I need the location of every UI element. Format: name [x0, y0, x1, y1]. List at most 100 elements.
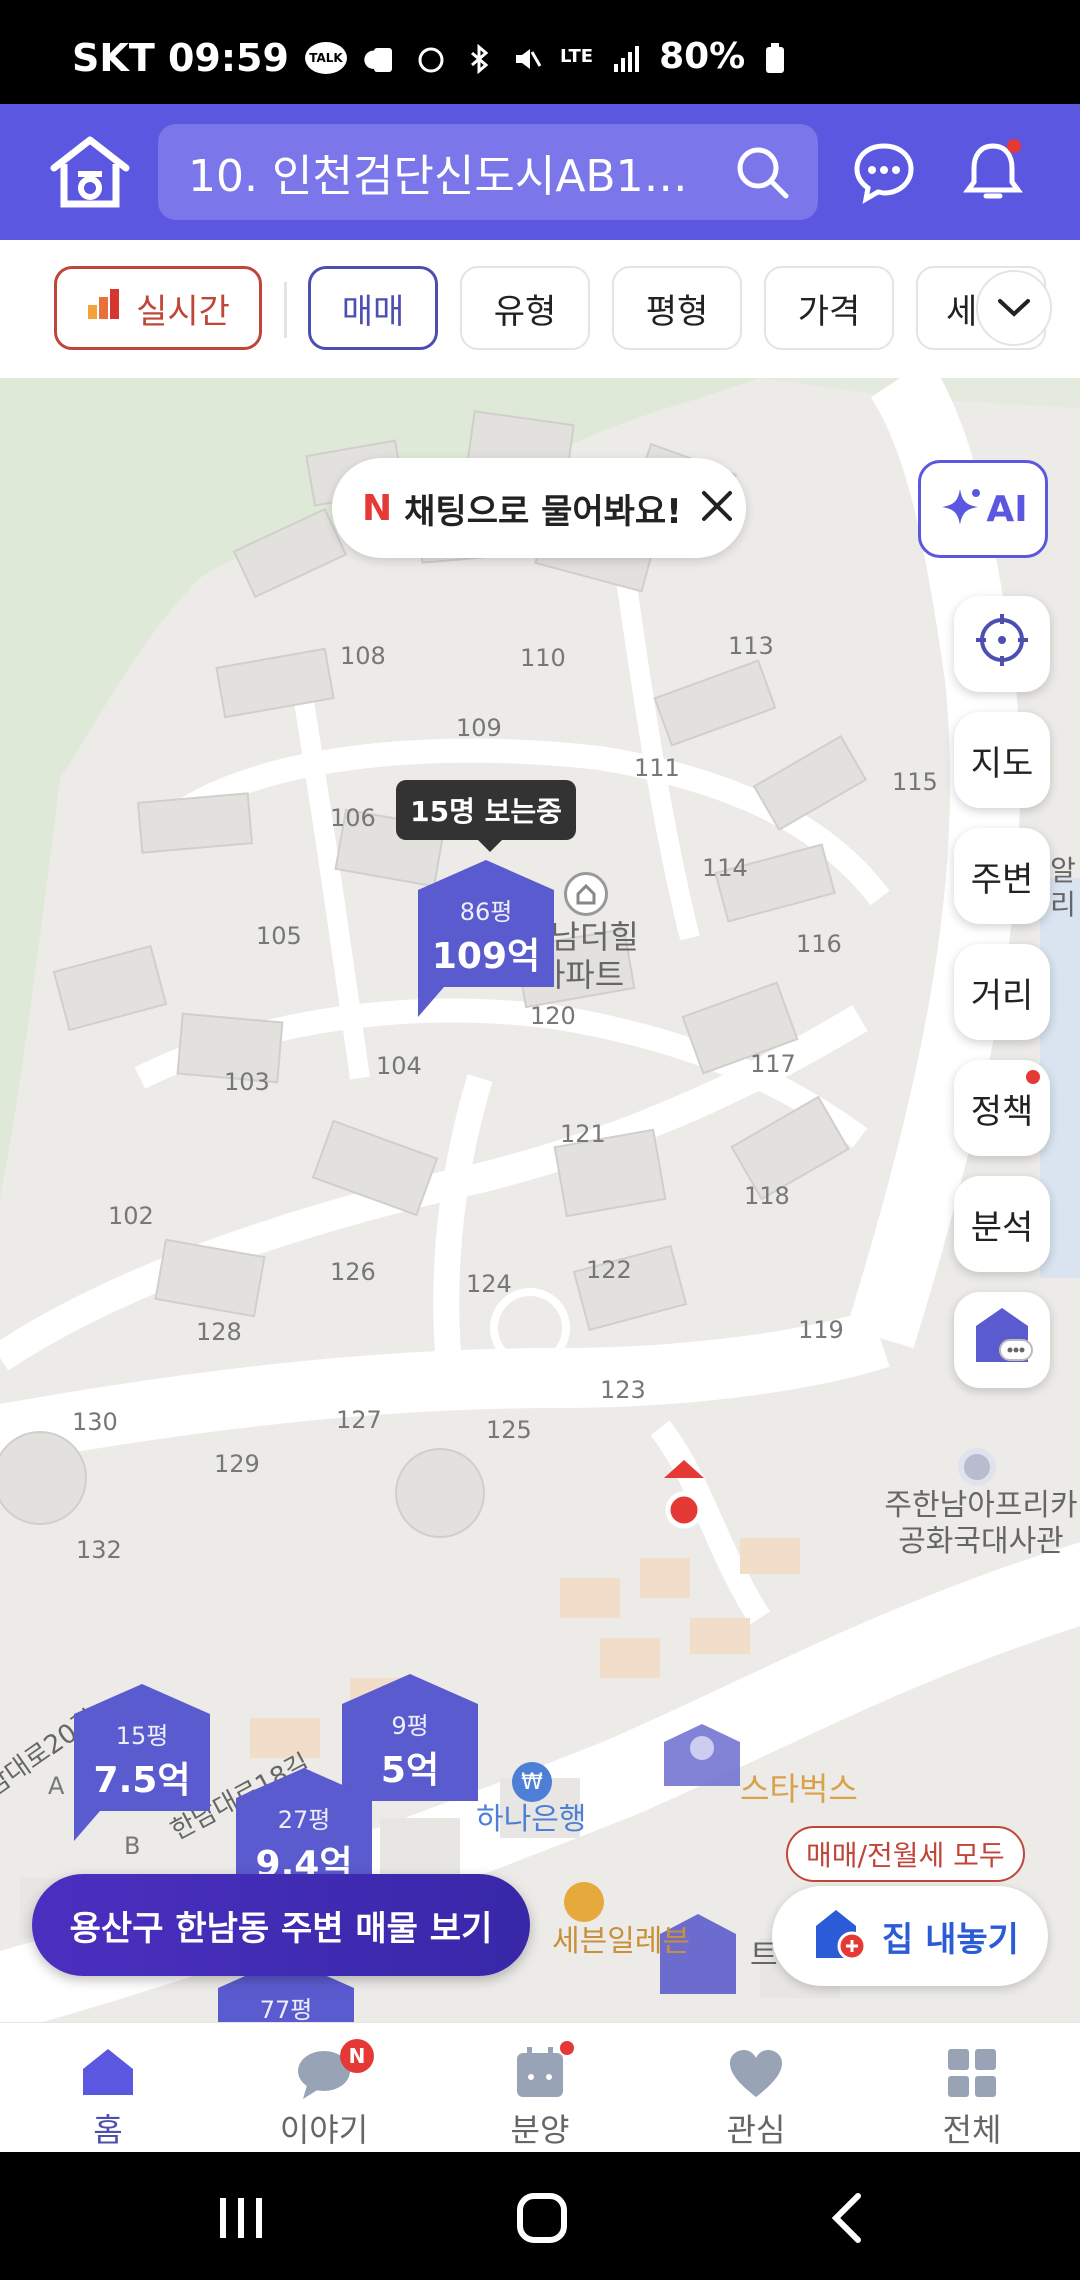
realtime-label: 실시간 — [136, 291, 230, 332]
chatbot-icon — [970, 1304, 1034, 1377]
building-number: 124 — [466, 1270, 512, 1298]
nearby-button[interactable]: 주변 — [954, 828, 1050, 924]
building-number: 119 — [798, 1316, 844, 1344]
store-icon — [564, 1882, 604, 1922]
building-number: 127 — [336, 1406, 382, 1434]
place-label: 알리 — [1050, 854, 1076, 921]
map-view[interactable]: 108 110 113 109 111 106 115 114 105 116 … — [0, 378, 1080, 2022]
apartment-icon — [564, 872, 608, 916]
building-number: 126 — [330, 1258, 376, 1286]
ai-label: AI — [986, 488, 1028, 530]
viewers-tooltip: 15명 보는중 — [396, 780, 576, 840]
heart-icon — [676, 2039, 836, 2099]
close-icon[interactable] — [700, 489, 734, 527]
chat-prompt-bubble[interactable]: N 채팅으로 물어봐요! — [332, 458, 746, 558]
nav-presale[interactable]: 분양 — [460, 2039, 620, 2151]
building-number: 104 — [376, 1052, 422, 1080]
ai-button[interactable]: AI — [918, 460, 1048, 558]
signal-icon — [611, 42, 641, 72]
building-number: 122 — [586, 1256, 632, 1284]
nav-favorites[interactable]: 관심 — [676, 2039, 836, 2151]
status-bar: SKT 09:59 TALK ● LTE 80% — [0, 0, 1080, 104]
bottom-nav: 홈 N 이야기 분양 관심 전체 — [0, 2022, 1080, 2152]
building-number: 128 — [196, 1318, 242, 1346]
realtime-chip[interactable]: 실시간 — [54, 266, 262, 350]
home-button-icon[interactable] — [516, 2192, 568, 2248]
building-number: 111 — [634, 754, 680, 782]
battery-icon — [763, 42, 793, 73]
network-label: LTE — [560, 46, 594, 67]
nearby-listings-button[interactable]: 용산구 한남동 주변 매물 보기 — [32, 1874, 530, 1976]
carrier-time: SKT 09:59 — [72, 36, 289, 80]
crosshair-icon — [974, 612, 1030, 677]
grid-icon — [892, 2039, 1052, 2099]
blank-pin-icon[interactable] — [664, 1724, 740, 1790]
bank-label: 하나은행 — [476, 1802, 587, 1837]
sparkle-icon — [938, 485, 982, 533]
price-pin[interactable]: 86평 109억 — [418, 860, 554, 1017]
back-icon[interactable] — [828, 2192, 864, 2248]
my-location-button[interactable] — [954, 596, 1050, 692]
building-number: 130 — [72, 1408, 118, 1436]
distance-button[interactable]: 거리 — [954, 944, 1050, 1040]
chevron-down-icon[interactable] — [976, 270, 1052, 346]
building-number: 113 — [728, 632, 774, 660]
building-number: 125 — [486, 1416, 532, 1444]
chatbot-button[interactable] — [954, 1292, 1050, 1388]
tooltip-arrow — [478, 840, 502, 852]
building-number: 116 — [796, 930, 842, 958]
nav-story[interactable]: N 이야기 — [244, 2039, 404, 2151]
building-number: 110 — [520, 644, 566, 672]
calendar-icon — [460, 2039, 620, 2099]
map-layer-button[interactable]: 지도 — [954, 712, 1050, 808]
building-number: A — [48, 1772, 65, 1800]
store-label: 세븐일레븐 — [552, 1924, 690, 1959]
recent-apps-icon[interactable] — [216, 2196, 266, 2244]
nav-all[interactable]: 전체 — [892, 2039, 1052, 2151]
system-nav-bar — [0, 2152, 1080, 2280]
notification-dot — [1026, 1070, 1040, 1084]
building-number: 105 — [256, 922, 302, 950]
building-number: 106 — [330, 804, 376, 832]
chat-icon[interactable] — [852, 140, 916, 208]
nav-home[interactable]: 홈 — [28, 2039, 188, 2151]
home-logo-icon[interactable] — [48, 134, 132, 214]
clipboard-icon — [368, 42, 398, 72]
building-number: 118 — [744, 1182, 790, 1210]
list-home-label: 집 내놓기 — [882, 1919, 1019, 1960]
home-icon — [28, 2039, 188, 2099]
notification-dot — [560, 2041, 574, 2055]
divider — [284, 282, 287, 338]
bar-chart-icon — [86, 287, 122, 330]
filter-size[interactable]: 평형 — [612, 266, 742, 350]
list-home-button[interactable]: 집 내놓기 — [772, 1886, 1048, 1986]
filter-price[interactable]: 가격 — [764, 266, 894, 350]
search-bar[interactable]: 10. 인천검단신도시AB13... — [158, 124, 818, 220]
embassy-pin-icon — [958, 1448, 996, 1486]
filter-type[interactable]: 유형 — [460, 266, 590, 350]
talk-icon: TALK — [304, 42, 347, 74]
embassy-label: 주한남아프리카 공화국대사관 — [884, 1488, 1078, 1559]
building-number: 132 — [76, 1536, 122, 1564]
search-icon[interactable] — [734, 144, 790, 211]
app-header: 10. 인천검단신도시AB13... — [0, 104, 1080, 240]
filter-sale[interactable]: 매매 — [308, 266, 438, 350]
bell-icon[interactable] — [958, 136, 1028, 210]
current-location-icon — [664, 1460, 704, 1534]
search-text: 10. 인천검단신도시AB13... — [188, 151, 688, 202]
building-number: 123 — [600, 1376, 646, 1404]
alarm-icon — [416, 42, 446, 72]
building-number: 102 — [108, 1202, 154, 1230]
price-pin[interactable]: 15평 7.5억 — [74, 1684, 210, 1841]
building-number: 109 — [456, 714, 502, 742]
n-badge: N — [362, 487, 393, 529]
mute-icon — [512, 42, 542, 72]
speech-bubble-icon: N — [244, 2039, 404, 2099]
building-number: 103 — [224, 1068, 270, 1096]
battery-percent: 80% — [659, 36, 746, 77]
policy-button[interactable]: 정책 — [954, 1060, 1050, 1156]
analysis-button[interactable]: 분석 — [954, 1176, 1050, 1272]
building-number: 114 — [702, 854, 748, 882]
cafe-label: 스타벅스 — [740, 1770, 858, 1808]
building-number: 115 — [892, 768, 938, 796]
